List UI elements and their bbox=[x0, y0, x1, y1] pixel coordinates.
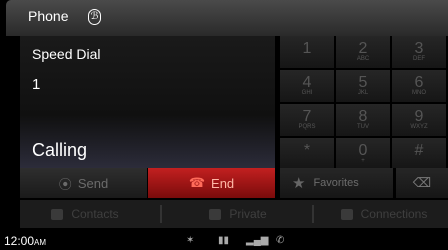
key-2[interactable]: 2 ABC bbox=[336, 36, 391, 69]
speed-dial-number: 1 bbox=[32, 76, 41, 93]
end-label: End bbox=[211, 175, 235, 191]
clock: 12:00AM bbox=[4, 234, 46, 248]
contacts-icon bbox=[51, 208, 64, 220]
key-4[interactable]: 4 GHI bbox=[280, 70, 335, 103]
key-3[interactable]: 3 DEF bbox=[392, 36, 447, 69]
key-digit: * bbox=[303, 142, 311, 159]
bluetooth-icon: ℬ bbox=[88, 9, 101, 25]
send-button[interactable]: ⦿ Send bbox=[20, 168, 148, 198]
key-hash[interactable]: # bbox=[392, 138, 447, 169]
tab-divider bbox=[312, 205, 314, 223]
tab-private[interactable]: Private bbox=[168, 200, 308, 228]
page-title: Phone bbox=[28, 8, 69, 24]
private-icon bbox=[209, 208, 222, 220]
key-letters: MNO bbox=[412, 90, 426, 96]
header-bar: Phone ℬ bbox=[6, 0, 448, 36]
favorites-button[interactable]: ★ Favorites bbox=[280, 168, 394, 198]
call-status: Calling bbox=[32, 140, 88, 160]
connections-icon bbox=[340, 208, 353, 220]
speed-dial-label: Speed Dial bbox=[32, 46, 101, 62]
phone-status-icon: ✆ bbox=[276, 235, 285, 246]
key-0[interactable]: 0 + bbox=[336, 138, 391, 169]
send-icon: ⦿ bbox=[58, 176, 72, 192]
backspace-icon: ⌫ bbox=[412, 175, 432, 190]
hang-up-icon: ☎ bbox=[188, 175, 206, 190]
key-letters: DEF bbox=[413, 56, 425, 62]
battery-icon: ▮▮ bbox=[218, 235, 230, 246]
key-8[interactable]: 8 TUV bbox=[336, 104, 391, 137]
tab-divider bbox=[160, 205, 162, 223]
key-letters: ABC bbox=[356, 56, 370, 62]
signal-icon: ▂▄▆ bbox=[246, 235, 269, 246]
key-letters: GHI bbox=[301, 90, 313, 96]
send-label: Send bbox=[77, 175, 109, 191]
clock-time: 12:00 bbox=[4, 234, 35, 248]
backspace-button[interactable]: ⌫ bbox=[396, 168, 448, 198]
key-letters: TUV bbox=[357, 124, 369, 130]
tab-label: Private bbox=[229, 207, 267, 221]
status-bar: 12:00AM ✶ ▮▮ ▂▄▆ ✆ bbox=[0, 232, 448, 250]
key-digit: # bbox=[414, 142, 424, 159]
favorites-label: Favorites bbox=[313, 177, 359, 189]
key-7[interactable]: 7 PQRS bbox=[280, 104, 335, 137]
key-letters: + bbox=[361, 158, 365, 164]
call-actions: ⦿ Send ☎ End bbox=[20, 168, 275, 198]
tab-contacts[interactable]: Contacts bbox=[20, 200, 150, 228]
clock-ampm: AM bbox=[34, 238, 47, 247]
bluetooth-status-icon: ✶ bbox=[186, 235, 195, 246]
bottom-tabs: Contacts Private Connections bbox=[20, 200, 448, 228]
key-5[interactable]: 5 JKL bbox=[336, 70, 391, 103]
call-info-panel: Speed Dial 1 Calling bbox=[20, 36, 275, 168]
key-letters: WXYZ bbox=[410, 124, 428, 130]
key-6[interactable]: 6 MNO bbox=[392, 70, 447, 103]
tab-label: Contacts bbox=[71, 207, 119, 221]
key-letters: JKL bbox=[357, 90, 369, 96]
star-icon: ★ bbox=[292, 175, 306, 192]
tab-label: Connections bbox=[360, 207, 428, 221]
dial-keypad: 1 2 ABC 3 DEF 4 GHI 5 JKL 6 MNO 7 PQRS 8 TUV 9W… bbox=[280, 36, 448, 169]
key-1[interactable]: 1 bbox=[280, 36, 335, 69]
key-star[interactable]: * bbox=[280, 138, 335, 169]
key-digit: 1 bbox=[302, 40, 312, 57]
key-9[interactable]: 9 WXYZ bbox=[392, 104, 447, 137]
tab-connections[interactable]: Connections bbox=[320, 200, 448, 228]
key-letters: PQRS bbox=[298, 124, 316, 130]
end-button[interactable]: ☎ End bbox=[148, 168, 275, 198]
phone-screen: Phone ℬ Speed Dial 1 Calling ⦿ Send ☎ En… bbox=[0, 0, 448, 250]
